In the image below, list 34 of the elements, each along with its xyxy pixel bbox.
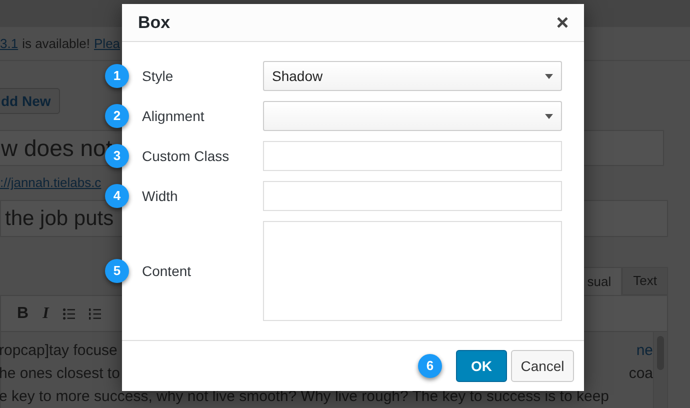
- italic-button[interactable]: I: [42, 302, 49, 326]
- editor-text-fragment: coa: [628, 365, 653, 382]
- step-badge: 6: [418, 354, 442, 378]
- select-dropdown[interactable]: [263, 101, 562, 131]
- cancel-button[interactable]: Cancel: [511, 350, 574, 382]
- caret-icon: [545, 114, 553, 118]
- field-label: Custom Class: [142, 146, 230, 166]
- step-badge: 4: [105, 184, 129, 208]
- step-badge: 5: [105, 259, 129, 283]
- ok-button[interactable]: OK: [456, 350, 507, 382]
- update-link[interactable]: Plea: [94, 34, 120, 54]
- editor-link[interactable]: ne: [636, 342, 653, 359]
- field-label: Style: [142, 66, 174, 86]
- step-badge: 1: [105, 64, 129, 88]
- caret-icon: [545, 74, 553, 78]
- field-label: Width: [142, 186, 179, 206]
- step-badge: 2: [105, 104, 129, 128]
- bullet-list-icon[interactable]: [62, 308, 75, 320]
- select-dropdown[interactable]: Shadow: [263, 61, 562, 91]
- field-label: Alignment: [142, 106, 206, 126]
- field-label: Content: [142, 262, 192, 280]
- content-textarea[interactable]: [263, 221, 562, 321]
- input-field[interactable]: [263, 141, 562, 171]
- version-link[interactable]: 3.1: [0, 34, 18, 54]
- add-new-button[interactable]: dd New: [0, 88, 60, 114]
- bold-button[interactable]: B: [17, 302, 29, 326]
- permalink-link[interactable]: ://jannah.tielabs.c: [0, 173, 102, 193]
- numbered-list-icon[interactable]: [88, 308, 101, 320]
- editor-text-line: ropcap]tay focuse: [0, 342, 118, 359]
- subtitle-field-text: the job puts: [5, 206, 114, 232]
- dialog-title: Box: [138, 12, 170, 34]
- input-field[interactable]: [263, 181, 562, 211]
- close-icon[interactable]: [557, 17, 568, 28]
- update-notice: is available!: [22, 34, 90, 53]
